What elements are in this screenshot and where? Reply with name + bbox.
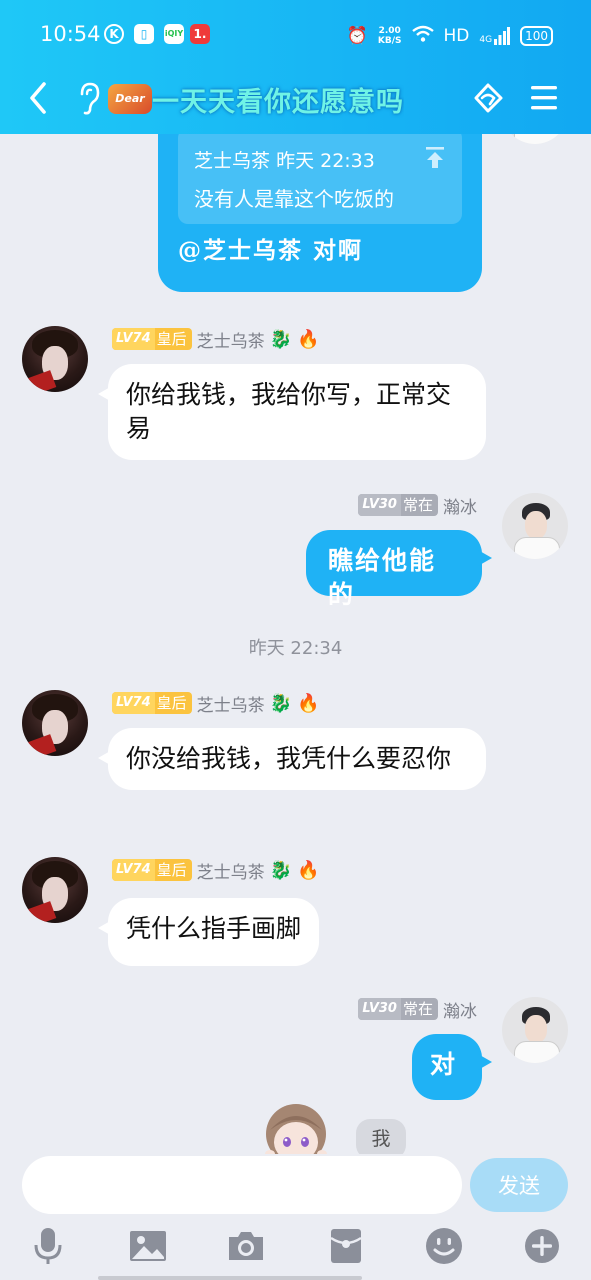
composer: 发送	[0, 1154, 591, 1280]
reply-text: @芝士乌茶 对啊	[178, 237, 364, 264]
anime-girl-sticker[interactable]	[262, 1100, 330, 1158]
dragon-icon: 🐉	[269, 692, 293, 714]
wifi-icon	[411, 25, 434, 48]
sender-meta: LV74 皇后 芝士乌茶 🐉 🔥	[112, 691, 320, 716]
microphone-icon[interactable]	[28, 1226, 68, 1266]
status-right: ⏰ 2.00 KB/S HD 4G 100	[347, 22, 553, 50]
chat-nav-bar: Dear 一天天看你还愿意吗	[0, 70, 591, 134]
send-button[interactable]: 发送	[470, 1158, 568, 1212]
message-input[interactable]	[22, 1156, 462, 1214]
level-badge: LV74 皇后	[112, 692, 192, 714]
hd-label: HD	[443, 26, 470, 46]
chat-title[interactable]: 一天天看你还愿意吗	[152, 80, 404, 119]
sender-name[interactable]: 芝士乌茶	[197, 858, 265, 883]
level-text: LV30	[358, 998, 401, 1020]
level-badge: LV74 皇后	[112, 859, 192, 881]
quote-header: 芝士乌茶 昨天 22:33	[194, 144, 375, 178]
quoted-message[interactable]: 芝士乌茶 昨天 22:33 没有人是靠这个吃饭的	[178, 128, 462, 224]
sender-name[interactable]: 瀚冰	[443, 997, 477, 1022]
message-bubble[interactable]: 对	[412, 1034, 492, 1100]
rank-text: 常在	[402, 1000, 433, 1018]
level-badge: LV30 常在	[358, 494, 438, 516]
composer-toolbar	[0, 1226, 591, 1272]
net-speed: 2.00 KB/S	[378, 26, 402, 46]
message-bubble[interactable]: 凭什么指手画脚	[97, 898, 320, 966]
sender-name[interactable]: 芝士乌茶	[197, 327, 265, 352]
avatar-zhishiwucha[interactable]	[22, 690, 88, 756]
flame-icon: 🔥	[297, 328, 320, 350]
avatar-zhishiwucha[interactable]	[22, 326, 88, 392]
message-list[interactable]: 芝士乌茶 昨天 22:33 没有人是靠这个吃饭的 @芝士乌茶 对啊 LV74 皇后…	[0, 78, 591, 1159]
level-text: LV74	[112, 692, 155, 714]
emoji-icon[interactable]	[424, 1226, 464, 1266]
back-arrow-icon[interactable]	[22, 78, 58, 118]
message-bubble-quoted-reply[interactable]: 芝士乌茶 昨天 22:33 没有人是靠这个吃饭的 @芝士乌茶 对啊	[158, 128, 482, 292]
sender-name[interactable]: 芝士乌茶	[197, 691, 265, 716]
group-logo: Dear	[108, 84, 152, 114]
quote-time: 昨天 22:33	[276, 150, 375, 172]
flame-icon: 🔥	[297, 859, 320, 881]
message-bubble[interactable]: 瞧给他能的	[306, 530, 492, 609]
level-text: LV74	[112, 859, 155, 881]
sync-icon[interactable]	[466, 76, 510, 120]
phone-app-icon: ▯	[134, 24, 154, 44]
status-time: 10:54	[40, 22, 101, 46]
sender-meta: LV74 皇后 芝士乌茶 🐉 🔥	[112, 327, 320, 352]
sender-meta: LV30 常在 瀚冰	[358, 493, 477, 518]
avatar-face	[525, 511, 547, 539]
message-bubble[interactable]: 你给我钱，我给你写，正常交易	[98, 364, 486, 460]
typing-bubble[interactable]: 我	[356, 1119, 406, 1159]
red-app-icon: 1.	[190, 24, 210, 44]
rank-text: 皇后	[156, 861, 187, 879]
home-indicator[interactable]	[98, 1276, 362, 1280]
ear-icon[interactable]	[76, 80, 102, 116]
anime-girl-icon	[265, 1104, 327, 1158]
sender-name[interactable]: 瀚冰	[443, 493, 477, 518]
avatar-face	[525, 1015, 547, 1043]
image-icon[interactable]	[128, 1226, 168, 1266]
menu-icon[interactable]	[522, 76, 566, 120]
header: 10:54 K ▯ iQIY 1. ⏰ 2.00 KB/S HD 4G 100 D…	[0, 0, 591, 134]
signal-icon: 4G	[479, 27, 511, 45]
timestamp: 昨天 22:34	[248, 638, 343, 659]
quote-author: 芝士乌茶	[194, 150, 271, 172]
avatar-hanbing[interactable]	[502, 493, 568, 559]
plus-icon[interactable]	[522, 1226, 562, 1266]
quote-text: 没有人是靠这个吃饭的	[194, 187, 394, 211]
jump-up-icon[interactable]	[424, 146, 446, 170]
rank-text: 常在	[402, 496, 433, 514]
flame-icon: 🔥	[297, 692, 320, 714]
camera-icon[interactable]	[226, 1226, 266, 1266]
rank-text: 皇后	[156, 330, 187, 348]
level-badge: LV74 皇后	[112, 328, 192, 350]
dragon-icon: 🐉	[269, 859, 293, 881]
battery-icon: 100	[520, 26, 553, 46]
message-bubble[interactable]: 你没给我钱，我凭什么要忍你	[98, 728, 486, 790]
rank-text: 皇后	[156, 694, 187, 712]
status-bar: 10:54 K ▯ iQIY 1. ⏰ 2.00 KB/S HD 4G 100	[0, 0, 591, 70]
k-app-icon: K	[104, 24, 124, 44]
avatar-hanbing[interactable]	[502, 997, 568, 1063]
dragon-icon: 🐉	[269, 328, 293, 350]
net-speed-value: 2.00	[378, 26, 401, 36]
sender-meta: LV74 皇后 芝士乌茶 🐉 🔥	[112, 858, 320, 883]
alarm-icon: ⏰	[346, 26, 368, 46]
network-type: 4G	[479, 35, 493, 45]
sender-meta: LV30 常在 瀚冰	[358, 997, 477, 1022]
level-badge: LV30 常在	[358, 998, 438, 1020]
red-packet-icon[interactable]	[326, 1226, 366, 1266]
avatar-body	[514, 537, 560, 559]
iqiyi-icon: iQIY	[164, 24, 184, 44]
avatar-zhishiwucha[interactable]	[22, 857, 88, 923]
level-text: LV30	[358, 494, 401, 516]
level-text: LV74	[112, 328, 155, 350]
net-speed-unit: KB/S	[377, 36, 402, 46]
avatar-body	[514, 1041, 560, 1063]
